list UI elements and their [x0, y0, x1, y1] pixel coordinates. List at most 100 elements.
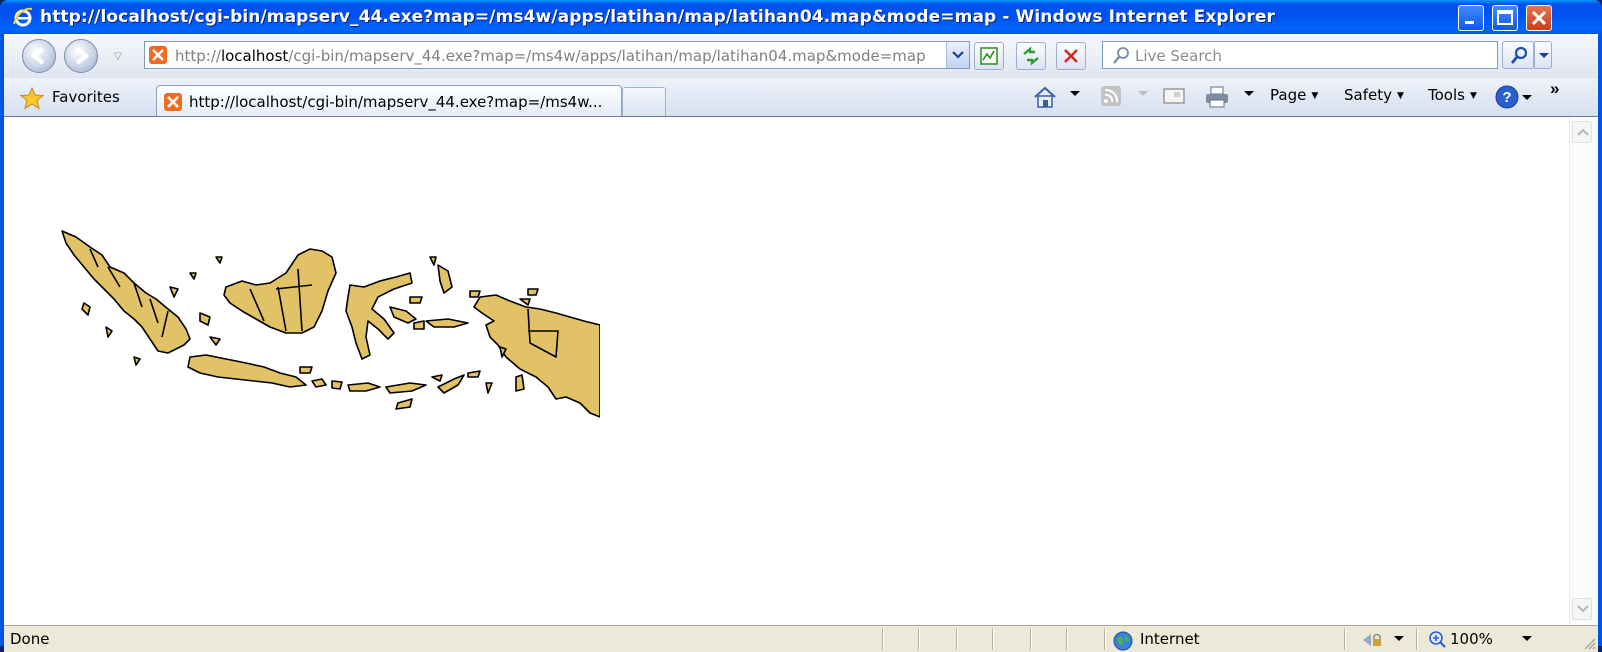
chevron-down-icon [1138, 91, 1148, 96]
island-buru [413, 320, 425, 330]
status-divider [1030, 628, 1031, 650]
maximize-button[interactable] [1492, 5, 1518, 31]
title-bar: http://localhost/cgi-bin/mapserv_44.exe?… [0, 0, 1602, 34]
zoom-icon [1429, 631, 1446, 648]
home-icon[interactable] [1032, 85, 1058, 109]
zone-label: Internet [1140, 630, 1200, 648]
browser-window: http://localhost/cgi-bin/mapserv_44.exe?… [0, 0, 1602, 652]
chevron-down-icon[interactable] [1244, 91, 1254, 99]
back-icon [30, 47, 45, 65]
status-divider [1066, 628, 1067, 650]
favorites-star-icon [20, 87, 45, 110]
chevron-down-icon[interactable] [1394, 636, 1404, 644]
forward-button[interactable] [64, 39, 98, 73]
browser-frame: ▽ http://localhost/cgi-bin/mapserv_44.ex… [4, 34, 1598, 652]
status-text: Done [10, 630, 50, 648]
status-divider [992, 628, 993, 650]
scroll-up-button[interactable] [1572, 121, 1592, 143]
xampp-favicon-icon [149, 46, 167, 64]
status-divider [918, 628, 919, 650]
island-bali [311, 378, 327, 388]
address-dropdown-button[interactable] [946, 42, 969, 68]
page-menu[interactable]: Page ▼ [1270, 86, 1318, 110]
chevron-down-icon [1539, 53, 1549, 58]
compatibility-view-button[interactable] [974, 42, 1004, 70]
forward-icon [75, 47, 90, 65]
vertical-scrollbar[interactable] [1569, 117, 1594, 624]
help-icon[interactable]: ? [1494, 84, 1520, 110]
close-button[interactable] [1526, 5, 1552, 31]
tools-menu[interactable]: Tools ▼ [1428, 86, 1477, 110]
refresh-icon [1023, 46, 1039, 66]
chevron-up-icon [1577, 128, 1589, 136]
island-siberut [105, 326, 113, 338]
island-morotai [429, 256, 437, 266]
resize-grip-icon[interactable] [1582, 636, 1596, 650]
chevron-down-icon[interactable] [1070, 91, 1080, 99]
indonesia-map [61, 230, 600, 418]
chevron-down-icon[interactable] [1522, 636, 1532, 644]
refresh-button[interactable] [1016, 42, 1046, 70]
status-divider [1104, 628, 1105, 650]
minimize-button[interactable] [1458, 5, 1484, 31]
island-waigeo [469, 290, 481, 298]
globe-icon [1113, 631, 1133, 651]
minimize-icon [1465, 21, 1474, 24]
chevron-down-icon[interactable] [1522, 95, 1532, 103]
zoom-label: 100% [1450, 630, 1493, 648]
favorites-label: Favorites [52, 88, 120, 106]
status-divider [882, 628, 883, 650]
island-wetar [467, 370, 481, 378]
back-button[interactable] [22, 39, 56, 73]
recent-pages-dropdown[interactable]: ▽ [114, 51, 122, 62]
island-papua [473, 294, 600, 418]
compatibility-icon [980, 47, 998, 65]
island-lombok [331, 380, 343, 390]
chevron-down-icon [1577, 605, 1589, 613]
island-natuna [215, 256, 223, 264]
svg-text:?: ? [1502, 89, 1511, 106]
address-bar[interactable]: http://localhost/cgi-bin/mapserv_44.exe?… [144, 41, 970, 69]
navigation-bar: ▽ http://localhost/cgi-bin/mapserv_44.ex… [4, 34, 1598, 79]
command-bar: Favorites http://localhost/cgi-bin/mapse… [4, 78, 1598, 117]
safety-menu[interactable]: Safety ▼ [1344, 86, 1404, 110]
maximize-icon [1497, 10, 1513, 25]
island-kalimantan [223, 248, 337, 334]
map-islands [61, 230, 600, 418]
island-halmahera [437, 264, 453, 294]
protected-mode-icon[interactable] [1360, 630, 1386, 650]
status-divider [1344, 628, 1345, 650]
island-sula [409, 296, 423, 304]
status-bar: Done Internet 100% [4, 625, 1598, 652]
island-anambas [189, 272, 197, 280]
status-divider [1416, 628, 1417, 650]
chevron-down-icon [952, 51, 964, 59]
island-nias [81, 302, 91, 316]
search-go-button[interactable] [1502, 41, 1534, 69]
stop-button[interactable] [1056, 42, 1086, 70]
island-enggano [133, 356, 141, 366]
xampp-favicon-icon [164, 93, 182, 111]
island-sumba [395, 398, 413, 410]
island-yapen [519, 298, 531, 306]
island-riau [169, 286, 179, 298]
address-url[interactable]: http://localhost/cgi-bin/mapserv_44.exe?… [175, 47, 926, 65]
new-tab-button[interactable] [622, 87, 666, 117]
ie-logo-icon [13, 7, 33, 27]
tab-active[interactable]: http://localhost/cgi-bin/mapserv_44.exe?… [156, 85, 622, 117]
search-options-button[interactable] [1534, 41, 1552, 69]
scroll-down-button[interactable] [1572, 598, 1592, 620]
window-title: http://localhost/cgi-bin/mapserv_44.exe?… [40, 7, 1275, 27]
print-icon[interactable] [1204, 85, 1230, 109]
search-placeholder: Live Search [1135, 47, 1222, 65]
island-seram [425, 318, 469, 328]
page-content [4, 116, 1598, 625]
status-divider [956, 628, 957, 650]
island-java [187, 354, 307, 388]
mail-icon[interactable] [1162, 85, 1186, 107]
more-commands-button[interactable]: » [1550, 79, 1559, 99]
rss-icon[interactable] [1100, 85, 1122, 107]
search-box[interactable]: Live Search [1102, 41, 1498, 69]
island-belitung [209, 336, 221, 346]
search-icon [1510, 46, 1528, 64]
